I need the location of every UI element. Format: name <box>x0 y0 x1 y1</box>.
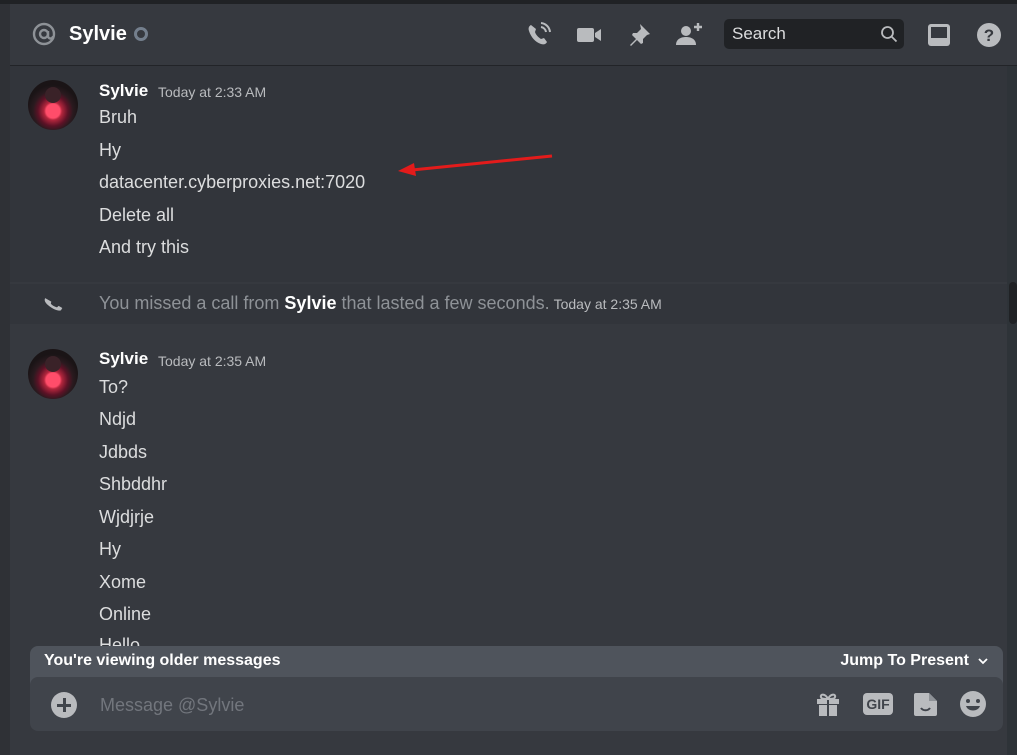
missed-call-icon <box>43 293 65 315</box>
message-text: Xome <box>99 572 147 592</box>
message-text: Bruh <box>99 107 138 127</box>
pin-icon[interactable] <box>624 20 654 50</box>
message-author[interactable]: Sylvie <box>99 80 148 102</box>
message-text: Delete all <box>99 205 175 225</box>
message-text: Shbddhr <box>99 474 168 494</box>
chevron-down-icon <box>978 658 988 665</box>
message-timestamp: Today at 2:35 AM <box>553 296 662 312</box>
scrollbar-track[interactable] <box>1007 66 1017 755</box>
call-author[interactable]: Sylvie <box>284 293 336 313</box>
at-icon <box>31 21 57 47</box>
help-icon[interactable]: ? <box>974 20 1004 50</box>
missed-call-text: You missed a call from Sylvie that laste… <box>99 292 662 315</box>
jump-to-present-button[interactable]: Jump To Present <box>840 652 989 670</box>
gift-icon[interactable] <box>813 689 843 719</box>
message-text: Ndjd <box>99 409 137 429</box>
channel-header: Sylvie Search ? <box>10 4 1017 65</box>
message-author[interactable]: Sylvie <box>99 348 148 370</box>
avatar[interactable] <box>28 349 78 399</box>
message-text: Hy <box>99 140 121 160</box>
search-placeholder: Search <box>732 24 786 43</box>
channel-title: Sylvie <box>69 23 127 45</box>
message-text: Online <box>99 604 152 624</box>
video-call-icon[interactable] <box>574 20 604 50</box>
app-window: Sylvie Search ? Sylvie Today at 2:33 AM … <box>0 0 1017 755</box>
message-text: Hy <box>99 539 121 559</box>
gif-icon[interactable]: GIF <box>863 689 893 719</box>
status-offline-icon <box>134 27 148 41</box>
sticker-icon[interactable] <box>911 689 941 719</box>
scrollbar-thumb[interactable] <box>1009 282 1017 324</box>
add-friend-icon[interactable] <box>674 20 704 50</box>
message-timestamp: Today at 2:33 AM <box>158 84 267 100</box>
inbox-icon[interactable] <box>924 20 954 50</box>
search-icon <box>880 25 898 43</box>
message-text: Jdbds <box>99 442 148 462</box>
message-timestamp: Today at 2:35 AM <box>158 353 267 369</box>
search-box[interactable]: Search <box>724 19 904 49</box>
avatar[interactable] <box>28 80 78 130</box>
red-arrow-annotation <box>398 154 553 176</box>
message-composer: GIF <box>30 677 1003 731</box>
message-text-highlighted-url: datacenter.cyberproxies.net:7020 <box>99 172 366 192</box>
jump-to-present-label: Jump To Present <box>840 652 969 669</box>
gif-label: GIF <box>863 693 893 715</box>
missed-call-prefix: You missed a call from <box>99 293 285 313</box>
missed-call-notice: You missed a call from Sylvie that laste… <box>10 284 1007 324</box>
add-attachment-icon[interactable] <box>51 692 77 718</box>
message-text: To? <box>99 377 129 397</box>
voice-call-icon[interactable] <box>523 20 553 50</box>
missed-call-suffix: that lasted a few seconds. <box>336 293 550 313</box>
message-text: And try this <box>99 237 190 257</box>
emoji-icon[interactable] <box>958 689 988 719</box>
older-messages-text: You're viewing older messages <box>44 652 281 669</box>
sidebar-edge <box>0 0 10 755</box>
svg-text:?: ? <box>984 26 994 45</box>
message-input[interactable] <box>98 692 802 718</box>
message-text: Wjdjrje <box>99 507 155 527</box>
